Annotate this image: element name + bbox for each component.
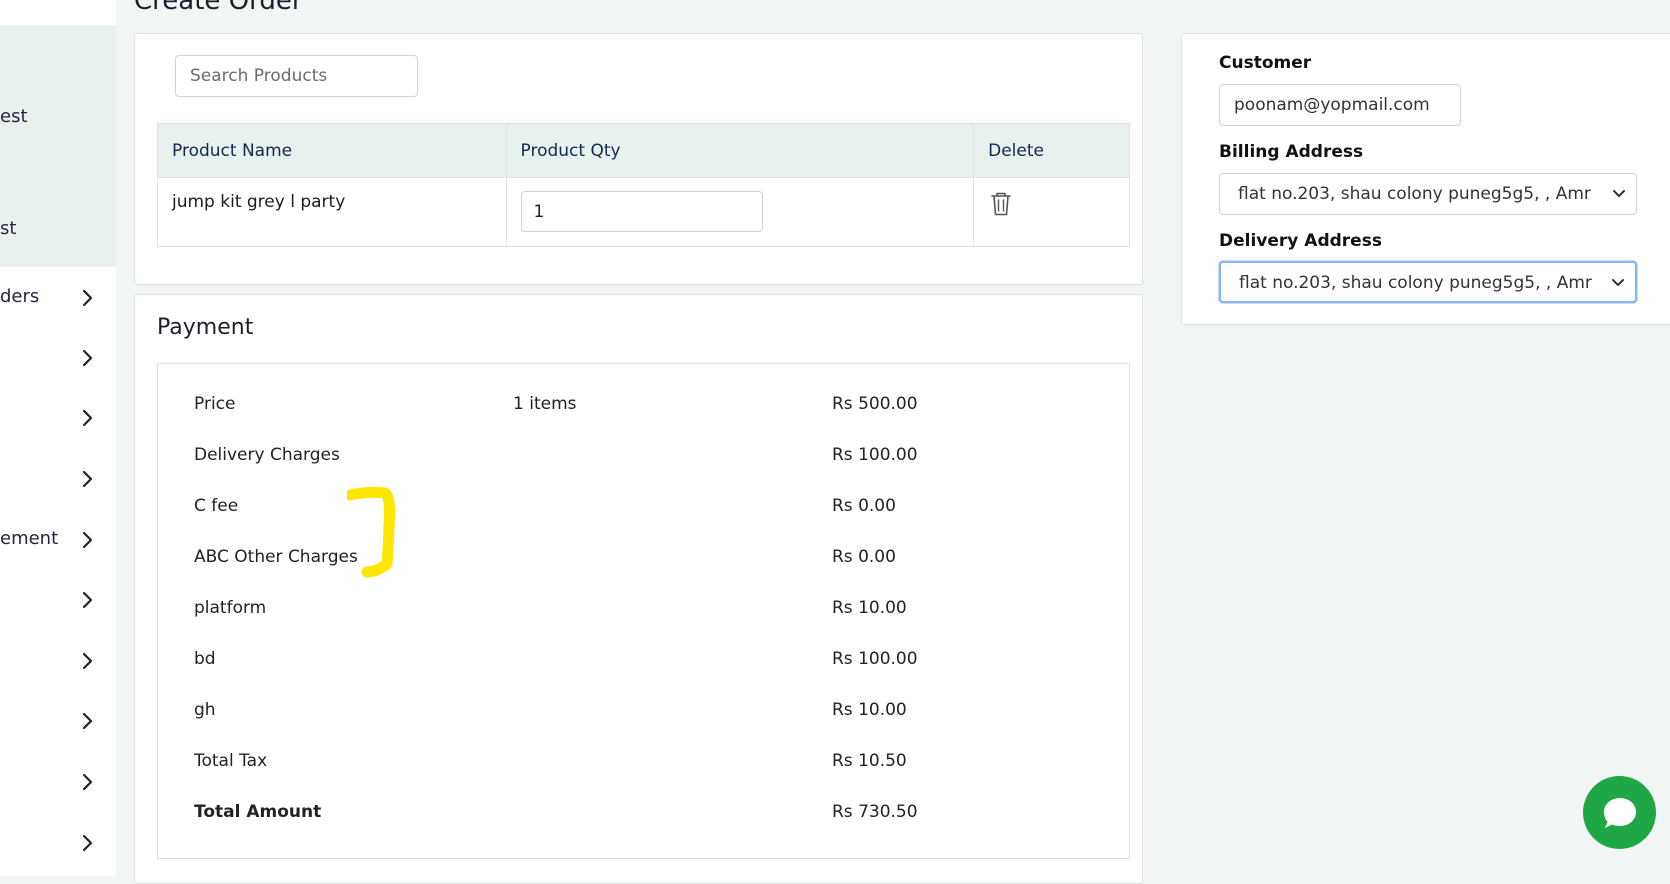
chevron-right-icon: [82, 409, 93, 427]
payment-row: C fee Rs 0.00: [194, 496, 1114, 526]
chevron-right-icon: [82, 289, 93, 307]
payment-row-label: Delivery Charges: [194, 445, 340, 465]
payment-row-label: Total Tax: [194, 751, 268, 771]
column-header-product-name: Product Name: [157, 123, 507, 178]
sidebar: est st ders ement: [0, 0, 116, 876]
payment-row-amount: Rs 730.50: [832, 802, 918, 822]
chevron-right-icon: [82, 591, 93, 609]
payment-total-row: Total Amount Rs 730.50: [194, 802, 1114, 832]
billing-address-select[interactable]: flat no.203, shau colony puneg5g5, , Amr: [1219, 173, 1637, 215]
chat-button[interactable]: [1583, 776, 1656, 849]
chevron-right-icon: [82, 531, 93, 549]
sidebar-item[interactable]: ement: [0, 520, 116, 560]
payment-row-amount: Rs 10.00: [832, 700, 907, 720]
delete-cell: [973, 177, 1130, 247]
payment-summary: Price 1 items Rs 500.00 Delivery Charges Rs …: [157, 363, 1130, 859]
product-qty-cell: [505, 177, 975, 247]
trash-icon[interactable]: [988, 190, 1014, 218]
payment-row-amount: Rs 10.00: [832, 598, 907, 618]
payment-row-amount: Rs 0.00: [832, 547, 896, 567]
sidebar-item[interactable]: [0, 823, 116, 863]
sidebar-item[interactable]: [0, 459, 116, 499]
delivery-address-value: flat no.203, shau colony puneg5g5, , Amr: [1239, 273, 1592, 293]
sidebar-item-label: est: [0, 106, 28, 127]
products-table-header: Product Name Product Qty Delete: [157, 123, 1130, 178]
chevron-right-icon: [82, 712, 93, 730]
payment-row-label: Total Amount: [194, 802, 322, 822]
sidebar-item[interactable]: [0, 338, 116, 378]
sidebar-item[interactable]: [0, 641, 116, 681]
billing-address-value: flat no.203, shau colony puneg5g5, , Amr: [1238, 184, 1591, 204]
payment-row: bd Rs 100.00: [194, 649, 1114, 679]
sidebar-item[interactable]: [0, 398, 116, 438]
chat-bubble-icon: [1604, 798, 1636, 828]
chevron-right-icon: [82, 652, 93, 670]
sidebar-item-label: st: [0, 218, 17, 239]
chevron-right-icon: [82, 470, 93, 488]
chevron-right-icon: [82, 834, 93, 852]
payment-row-detail: 1 items: [513, 394, 577, 414]
sidebar-item-label: ement: [0, 528, 59, 549]
payment-row-label: ABC Other Charges: [194, 547, 358, 567]
payment-row-label: C fee: [194, 496, 239, 516]
billing-address-label: Billing Address: [1219, 142, 1364, 162]
payment-row: platform Rs 10.00: [194, 598, 1114, 628]
payment-row-amount: Rs 500.00: [832, 394, 918, 414]
payment-row-label: platform: [194, 598, 267, 618]
chevron-down-icon: [1613, 190, 1625, 197]
payment-row-label: bd: [194, 649, 216, 669]
delivery-address-label: Delivery Address: [1219, 231, 1382, 251]
sidebar-item[interactable]: st: [0, 210, 116, 250]
payment-row-amount: Rs 100.00: [832, 445, 918, 465]
sidebar-item-label: ders: [0, 286, 40, 307]
payment-row-amount: Rs 100.00: [832, 649, 918, 669]
page-title: Create Order: [134, 0, 303, 16]
payment-row-label: Price: [194, 394, 236, 414]
product-qty-input[interactable]: [520, 191, 763, 232]
column-header-product-qty: Product Qty: [505, 123, 975, 178]
table-row: jump kit grey l party: [157, 177, 1130, 247]
payment-row-label: gh: [194, 700, 216, 720]
product-name-cell: jump kit grey l party: [157, 177, 507, 247]
payment-row: Total Tax Rs 10.50: [194, 751, 1114, 781]
column-header-delete: Delete: [973, 123, 1130, 178]
delivery-address-select[interactable]: flat no.203, shau colony puneg5g5, , Amr: [1219, 261, 1637, 303]
customer-label: Customer: [1219, 53, 1312, 73]
payment-row: Price 1 items Rs 500.00: [194, 394, 1114, 424]
payment-row-amount: Rs 10.50: [832, 751, 907, 771]
sidebar-item[interactable]: est: [0, 98, 116, 138]
payment-row-amount: Rs 0.00: [832, 496, 896, 516]
payment-row: gh Rs 10.00: [194, 700, 1114, 730]
highlight-bracket-icon: [347, 486, 395, 578]
customer-email-field[interactable]: [1219, 84, 1461, 126]
search-products-input[interactable]: [175, 55, 418, 97]
sidebar-item[interactable]: [0, 580, 116, 620]
payment-title: Payment: [157, 315, 254, 340]
chevron-right-icon: [82, 773, 93, 791]
sidebar-item[interactable]: ders: [0, 278, 116, 318]
chevron-down-icon: [1612, 279, 1624, 286]
sidebar-item[interactable]: [0, 762, 116, 802]
payment-row: Delivery Charges Rs 100.00: [194, 445, 1114, 475]
payment-row: ABC Other Charges Rs 0.00: [194, 547, 1114, 577]
sidebar-item[interactable]: [0, 701, 116, 741]
chevron-right-icon: [82, 349, 93, 367]
products-table: Product Name Product Qty Delete jump kit…: [157, 123, 1130, 247]
